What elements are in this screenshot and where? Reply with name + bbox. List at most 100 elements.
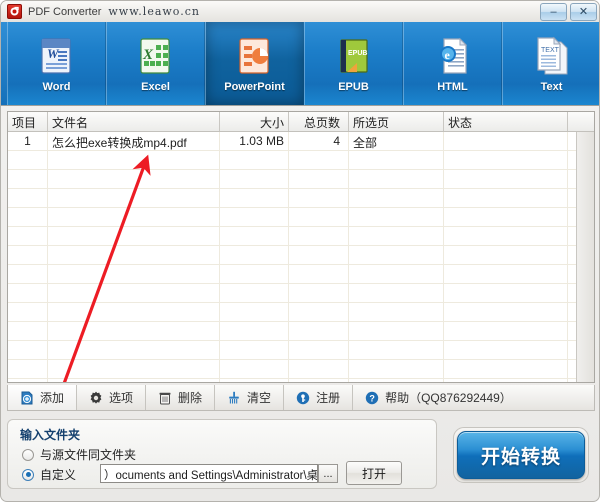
register-button-label: 注册 xyxy=(316,391,341,405)
cell-empty xyxy=(444,341,568,359)
minimize-button[interactable]: – xyxy=(540,3,567,21)
table-row-empty[interactable] xyxy=(8,170,594,189)
clear-button[interactable]: 清空 xyxy=(215,385,285,410)
table-row-empty[interactable] xyxy=(8,360,594,379)
svg-text:EPUB: EPUB xyxy=(348,50,367,57)
column-header-pages[interactable]: 总页数 xyxy=(289,112,349,131)
radio-same-folder-indicator[interactable] xyxy=(22,448,34,461)
table-row-empty[interactable] xyxy=(8,189,594,208)
table-row-empty[interactable] xyxy=(8,284,594,303)
table-row-empty[interactable] xyxy=(8,151,594,170)
format-tab-text[interactable]: TEXT Text xyxy=(502,22,599,105)
register-button[interactable]: 注册 xyxy=(284,385,354,410)
cell-empty xyxy=(8,151,48,169)
cell-empty xyxy=(289,227,349,245)
cell-empty xyxy=(8,341,48,359)
text-icon: TEXT xyxy=(531,35,573,77)
column-header-size[interactable]: 大小 xyxy=(220,112,289,131)
app-logo-icon xyxy=(7,4,22,19)
radio-custom-folder[interactable]: 自定义 xyxy=(22,466,76,483)
window-controls: – ✕ xyxy=(540,3,597,21)
table-row-empty[interactable] xyxy=(8,227,594,246)
cell-empty xyxy=(349,360,444,378)
table-row-empty[interactable] xyxy=(8,303,594,322)
cell-size: 1.03 MB xyxy=(220,132,289,150)
empty-rows-container xyxy=(8,151,594,382)
table-row-empty[interactable] xyxy=(8,341,594,360)
cell-empty xyxy=(220,189,289,207)
cell-empty xyxy=(48,170,220,188)
file-list-body[interactable]: 1 怎么把exe转换成mp4.pdf 1.03 MB 4 全部 xyxy=(8,132,594,382)
radio-custom-folder-indicator[interactable] xyxy=(22,468,34,481)
column-header-selected-pages[interactable]: 所选页 xyxy=(349,112,444,131)
cell-empty xyxy=(349,379,444,382)
word-icon: W xyxy=(36,35,78,77)
cell-empty xyxy=(220,360,289,378)
output-folder-title: 输入文件夹 xyxy=(20,428,81,442)
output-path-input[interactable]: ）ocuments and Settings\Administrator\桌面\ xyxy=(100,464,318,483)
output-folder-group: 输入文件夹 与源文件同文件夹 自定义 ）ocuments and Setting… xyxy=(7,419,437,489)
table-row[interactable]: 1 怎么把exe转换成mp4.pdf 1.03 MB 4 全部 xyxy=(8,132,594,151)
radio-same-folder[interactable]: 与源文件同文件夹 xyxy=(22,446,136,463)
cell-empty xyxy=(444,227,568,245)
cell-selected-pages: 全部 xyxy=(349,132,444,150)
format-tab-html[interactable]: e HTML xyxy=(403,22,502,105)
column-header-name[interactable]: 文件名 xyxy=(48,112,220,131)
html-icon: e xyxy=(432,35,474,77)
cell-empty xyxy=(349,151,444,169)
window-title: PDF Converter xyxy=(28,5,102,18)
cell-empty xyxy=(349,341,444,359)
cell-empty xyxy=(220,341,289,359)
cell-empty xyxy=(444,379,568,382)
file-list-scrollbar[interactable] xyxy=(576,132,594,382)
cell-empty xyxy=(444,208,568,226)
svg-text:e: e xyxy=(444,48,450,62)
cell-empty xyxy=(289,208,349,226)
cell-empty xyxy=(8,208,48,226)
browse-folder-button[interactable]: ... xyxy=(318,464,338,483)
table-row-empty[interactable] xyxy=(8,379,594,382)
format-toolbar: W Word X Excel PowerPoint EPUB EPUB e HT… xyxy=(1,22,599,106)
table-row-empty[interactable] xyxy=(8,322,594,341)
table-row-empty[interactable] xyxy=(8,246,594,265)
help-button[interactable]: ? 帮助（QQ876292449） xyxy=(353,385,524,410)
format-tab-text-label: Text xyxy=(540,80,563,93)
cell-empty xyxy=(8,246,48,264)
svg-text:X: X xyxy=(142,47,154,63)
format-tab-epub[interactable]: EPUB EPUB xyxy=(304,22,403,105)
svg-text:TEXT: TEXT xyxy=(541,47,560,54)
format-tab-excel-label: Excel xyxy=(141,80,170,93)
pdf-converter-window: PDF Converter www.leawo.cn – ✕ W Word X … xyxy=(0,0,600,502)
cell-empty xyxy=(8,303,48,321)
gear-icon xyxy=(89,391,103,405)
format-tab-html-label: HTML xyxy=(437,80,468,93)
column-header-item[interactable]: 项目 xyxy=(8,112,48,131)
delete-button-label: 删除 xyxy=(178,391,203,405)
options-button[interactable]: 选项 xyxy=(77,385,147,410)
column-header-extra[interactable] xyxy=(568,112,589,131)
cell-status xyxy=(444,132,568,150)
table-row-empty[interactable] xyxy=(8,208,594,227)
close-button[interactable]: ✕ xyxy=(570,3,597,21)
title-bar: PDF Converter www.leawo.cn – ✕ xyxy=(1,1,599,23)
add-button-label: 添加 xyxy=(40,391,65,405)
key-info-icon xyxy=(296,391,310,405)
open-folder-button[interactable]: 打开 xyxy=(346,461,402,485)
format-tab-word[interactable]: W Word xyxy=(7,22,106,105)
add-button[interactable]: 添加 xyxy=(8,385,78,410)
start-convert-button[interactable]: 开始转换 xyxy=(457,431,585,479)
format-tab-powerpoint[interactable]: PowerPoint xyxy=(205,22,304,105)
cell-empty xyxy=(444,170,568,188)
cell-empty xyxy=(349,303,444,321)
cell-empty xyxy=(220,227,289,245)
cell-empty xyxy=(8,265,48,283)
cell-empty xyxy=(444,246,568,264)
cell-empty xyxy=(8,170,48,188)
cell-empty xyxy=(48,208,220,226)
radio-custom-folder-label: 自定义 xyxy=(40,468,77,482)
format-tab-excel[interactable]: X Excel xyxy=(106,22,205,105)
delete-button[interactable]: 删除 xyxy=(146,385,216,410)
file-list[interactable]: 项目 文件名 大小 总页数 所选页 状态 1 怎么把exe转换成mp4.pdf … xyxy=(7,111,595,383)
column-header-status[interactable]: 状态 xyxy=(444,112,568,131)
table-row-empty[interactable] xyxy=(8,265,594,284)
